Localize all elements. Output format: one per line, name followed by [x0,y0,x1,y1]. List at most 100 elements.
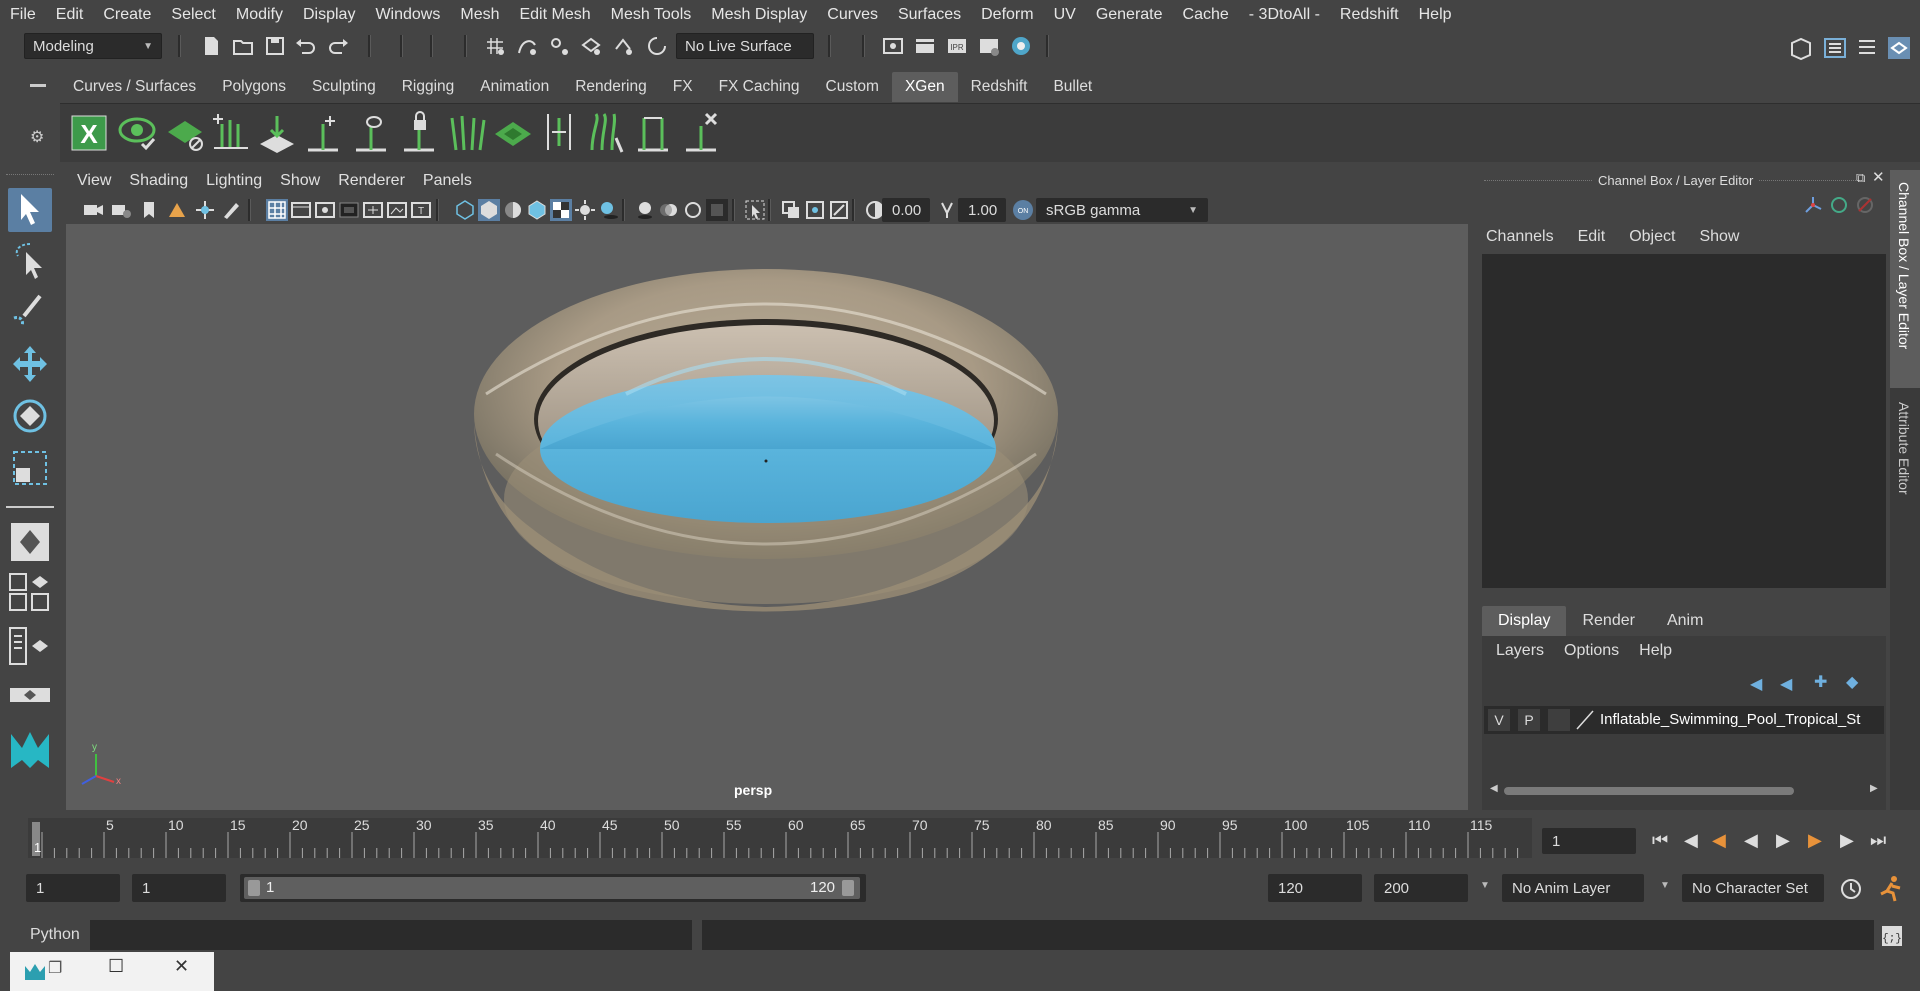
lasso-tool-icon[interactable] [8,238,52,282]
isolate-select-icon[interactable] [744,199,766,221]
color-management-toggle-icon[interactable]: ON [1012,199,1034,221]
anim-layer-chevron-down-icon[interactable]: ▼ [1480,880,1490,891]
channel-sync-icon[interactable] [1828,194,1850,216]
xgen-preview-icon[interactable] [116,110,158,154]
resolution-gate-icon[interactable] [314,199,336,221]
xray-icon[interactable] [780,199,802,221]
gamma-icon[interactable] [936,199,958,221]
play-forwards-icon[interactable]: ▶ [1776,830,1790,851]
viewport-menu-view[interactable]: View [68,172,120,190]
menu-cache[interactable]: Cache [1173,6,1239,24]
depth-of-field-icon[interactable] [706,199,728,221]
menu-generate[interactable]: Generate [1086,6,1173,24]
use-all-lights-icon[interactable] [574,199,596,221]
menu-help[interactable]: Help [1409,6,1462,24]
menu-cb-edit[interactable]: Edit [1566,222,1618,252]
manipulator-axis-icon[interactable] [1802,194,1824,216]
character-set-chevron-down-icon[interactable]: ▼ [1660,880,1670,891]
wireframe-on-shaded-icon[interactable] [526,199,548,221]
menu-deform[interactable]: Deform [971,6,1043,24]
maya-window-icon[interactable] [24,962,46,982]
attribute-editor-toggle-icon[interactable] [1822,35,1848,61]
range-slider[interactable]: 1 120 [240,874,866,902]
menu-redshift[interactable]: Redshift [1330,6,1409,24]
gamma-field[interactable]: 1.00 [958,198,1006,222]
menu-windows[interactable]: Windows [365,6,450,24]
render-view-icon[interactable] [882,35,904,57]
field-chart-icon[interactable] [362,199,384,221]
auto-key-runner-icon[interactable] [1876,874,1906,904]
channel-list-area[interactable] [1482,254,1886,588]
menu-edit[interactable]: Edit [46,6,94,24]
play-backwards-icon[interactable]: ◀ [1744,830,1758,851]
tab-rendering[interactable]: Rendering [562,72,660,102]
range-slider-handle-bar[interactable] [244,877,860,899]
mode-dropdown[interactable]: Modeling ▼ [24,33,162,59]
xgen-place-guides-icon[interactable] [256,110,298,154]
menu-object[interactable]: Object [1617,222,1687,252]
menu-surfaces[interactable]: Surfaces [888,6,971,24]
paint-select-tool-icon[interactable] [8,290,52,334]
new-layer-from-selected-icon[interactable]: ◆ [1846,672,1858,692]
rotate-tool-icon[interactable] [8,394,52,438]
exposure-field[interactable]: 0.00 [882,198,930,222]
range-start-handle[interactable] [248,880,260,896]
grid-toggle-icon[interactable] [266,199,288,221]
view-transform-dropdown[interactable]: sRGB gamma ▼ [1036,198,1208,222]
scrollbar-thumb[interactable] [1504,787,1794,795]
multisample-aa-icon[interactable] [682,199,704,221]
viewport-menu-panels[interactable]: Panels [414,172,481,190]
step-forward-key-icon[interactable]: ▶ [1840,830,1854,851]
scroll-left-icon[interactable]: ◀ [1490,783,1498,794]
menu-file[interactable]: File [0,6,46,24]
xgen-guide-length-icon[interactable] [632,110,674,154]
tab-custom[interactable]: Custom [813,72,892,102]
tool-settings-toggle-icon[interactable] [1854,35,1880,61]
2d-pan-zoom-icon[interactable] [194,199,216,221]
save-scene-icon[interactable] [264,35,286,57]
open-scene-icon[interactable] [232,35,254,57]
xgen-lock-guides-icon[interactable] [398,110,440,154]
live-surface-field[interactable]: No Live Surface [676,33,814,59]
viewport-menu-renderer[interactable]: Renderer [329,172,414,190]
character-set-dropdown[interactable]: No Character Set [1682,874,1824,902]
tab-xgen[interactable]: XGen [891,72,958,102]
menu-select[interactable]: Select [161,6,225,24]
image-plane-icon[interactable] [166,199,188,221]
script-editor-icon[interactable]: {;} [1880,924,1904,948]
menu-curves[interactable]: Curves [817,6,888,24]
move-tool-icon[interactable] [8,342,52,386]
tab-anim[interactable]: Anim [1651,606,1719,636]
xgen-delete-guides-icon[interactable] [680,110,722,154]
layer-display-type-toggle[interactable] [1548,709,1570,731]
snap-to-point-icon[interactable] [548,35,570,57]
textured-icon[interactable] [550,199,572,221]
four-view-layout-icon[interactable] [8,572,52,612]
anim-layer-dropdown[interactable]: No Anim Layer [1502,874,1644,902]
outliner-persp-layout-icon[interactable] [8,626,52,666]
scroll-right-icon[interactable]: ▶ [1870,783,1878,794]
xgen-editor-icon[interactable]: X [68,110,110,154]
bookmark-icon[interactable] [138,199,160,221]
3d-viewport[interactable]: y x persp [66,224,1468,810]
menu-channels[interactable]: Channels [1474,222,1566,252]
tab-render[interactable]: Render [1566,606,1650,636]
film-gate-icon[interactable] [290,199,312,221]
snap-to-view-plane-icon[interactable] [580,35,602,57]
maximize-icon[interactable]: ☐ [108,956,124,977]
xgen-bend-guides-icon[interactable] [586,110,628,154]
command-input[interactable] [90,920,692,950]
xgen-guide-sculpt-icon[interactable] [446,110,488,154]
tab-bullet[interactable]: Bullet [1040,72,1105,102]
menu-3dtoall[interactable]: - 3DtoAll - [1239,6,1330,24]
playback-start-field[interactable]: 1 [132,874,226,902]
restore-icon[interactable]: ❐ [48,958,62,978]
shadows-icon[interactable] [598,199,620,221]
grease-pencil-icon[interactable] [220,199,242,221]
tab-fx-caching[interactable]: FX Caching [706,72,813,102]
undo-icon[interactable] [294,35,316,57]
float-panel-icon[interactable]: ⧉ [1856,170,1865,186]
xgen-grooming-icon[interactable] [492,110,534,154]
menu-modify[interactable]: Modify [226,6,293,24]
channel-filter-icon[interactable] [1854,194,1876,216]
